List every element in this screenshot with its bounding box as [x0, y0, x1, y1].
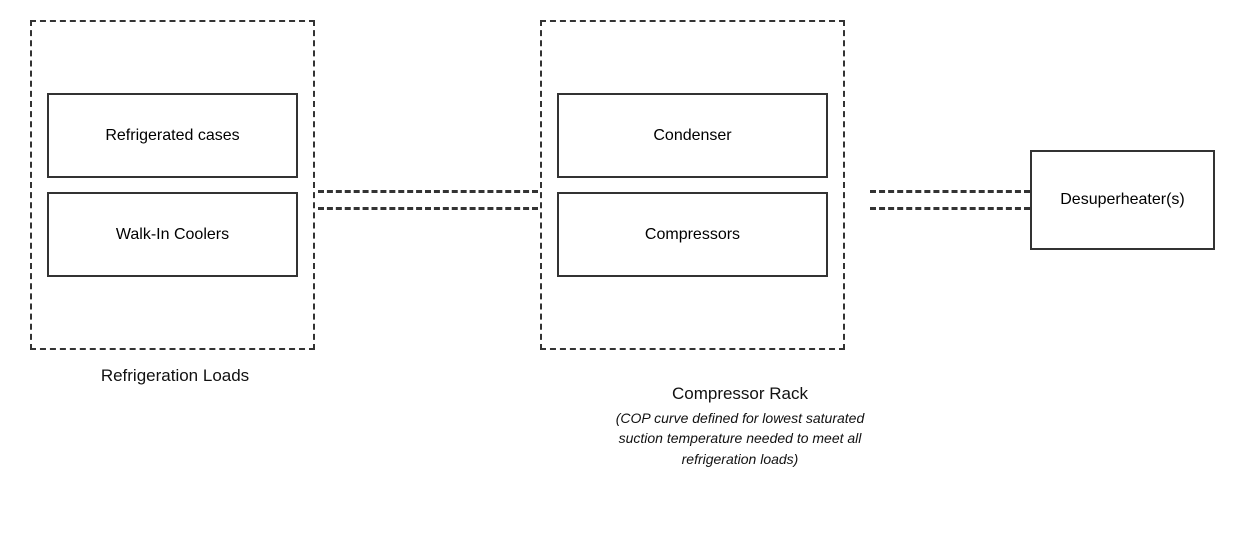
line-top-1 — [318, 190, 538, 193]
walk-in-coolers-box: Walk-In Coolers — [47, 192, 298, 277]
rack-label-group: Compressor Rack (COP curve defined for l… — [540, 368, 940, 469]
compressors-label: Compressors — [645, 226, 740, 244]
desuperheater-label: Desuperheater(s) — [1060, 191, 1185, 209]
refrigerated-cases-label: Refrigerated cases — [105, 127, 239, 145]
refrigerated-cases-box: Refrigerated cases — [47, 93, 298, 178]
line-bot-1 — [318, 207, 538, 210]
rack-outer-border: Condenser Compressors — [540, 20, 845, 350]
condenser-box: Condenser — [557, 93, 828, 178]
double-dashed-line-left — [318, 190, 538, 210]
rack-caption-line2: suction temperature needed to meet all — [619, 430, 862, 446]
loads-label: Refrigeration Loads — [30, 366, 320, 386]
line-bot-2 — [870, 207, 1030, 210]
compressor-rack-group: Condenser Compressors — [540, 20, 850, 350]
rack-caption: (COP curve defined for lowest saturated … — [540, 408, 940, 469]
line-top-2 — [870, 190, 1030, 193]
walk-in-coolers-label: Walk-In Coolers — [116, 226, 229, 244]
double-dashed-line-right — [870, 190, 1030, 210]
connector-rack-desuperheater — [870, 190, 1030, 210]
desuperheater-box: Desuperheater(s) — [1030, 150, 1215, 250]
loads-outer-border: Refrigerated cases Walk-In Coolers — [30, 20, 315, 350]
connector-loads-rack — [318, 190, 538, 210]
refrigeration-loads-group: Refrigerated cases Walk-In Coolers Refri… — [30, 20, 320, 386]
compressors-box: Compressors — [557, 192, 828, 277]
rack-caption-line1: (COP curve defined for lowest saturated — [616, 410, 865, 426]
rack-caption-line3: refrigeration loads) — [682, 451, 799, 467]
condenser-label: Condenser — [653, 127, 731, 145]
rack-label: Compressor Rack — [540, 384, 940, 404]
